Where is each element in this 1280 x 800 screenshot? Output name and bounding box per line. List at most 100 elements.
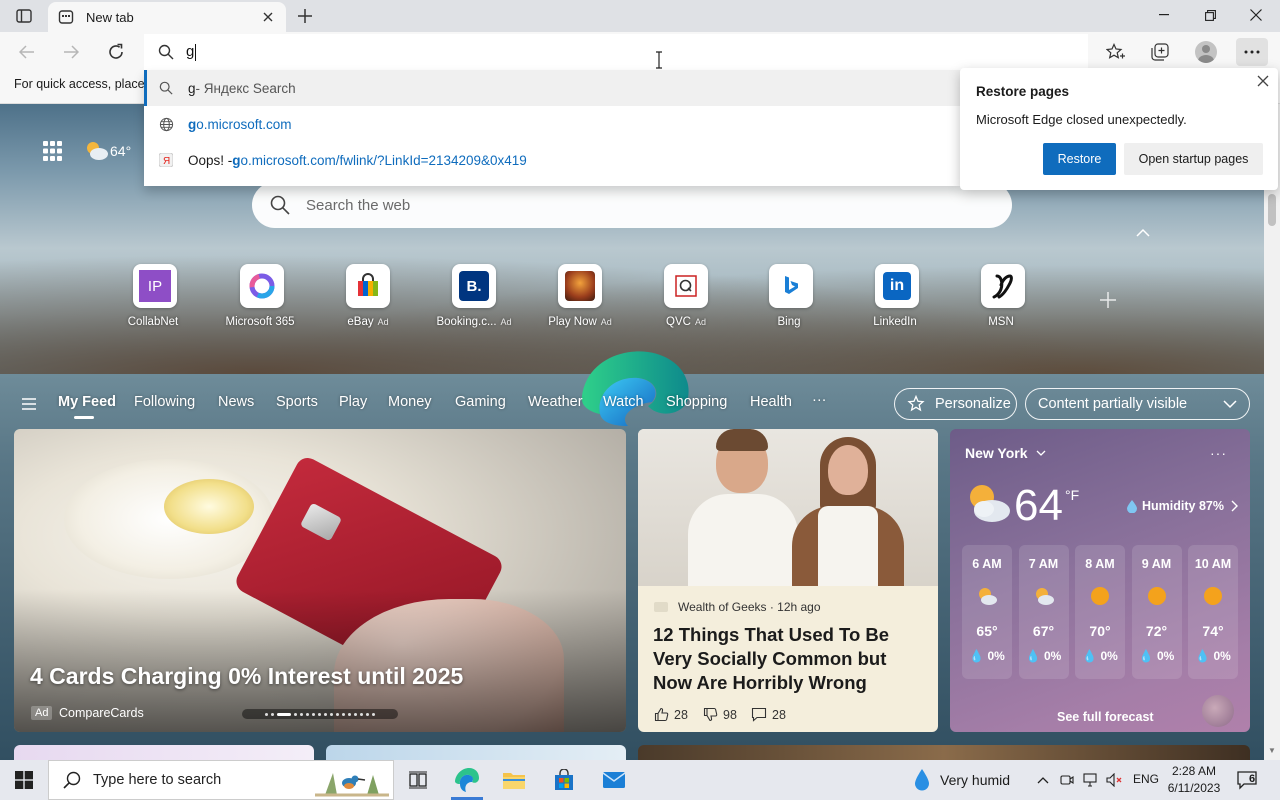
comments-button[interactable]: 28: [751, 707, 786, 722]
feed-tab-weather[interactable]: Weather: [528, 394, 583, 410]
scroll-down-arrow-icon[interactable]: ▼: [1267, 746, 1277, 756]
quick-link-bing[interactable]: Bing: [738, 264, 844, 334]
feed-more-button[interactable]: ···: [812, 392, 827, 408]
feed-tab-shopping[interactable]: Shopping: [666, 394, 727, 410]
hamburger-menu-icon[interactable]: [20, 396, 38, 412]
suggestion-go-microsoft[interactable]: go.microsoft.com: [144, 106, 960, 142]
scrollbar-thumb[interactable]: [1268, 194, 1276, 226]
quick-link-play-now[interactable]: Play Now Ad: [527, 264, 633, 334]
new-tab-button[interactable]: [292, 4, 318, 28]
taskbar-clock[interactable]: 2:28 AM 6/11/2023: [1166, 763, 1222, 797]
apps-launcher-icon[interactable]: [40, 140, 64, 162]
article-title[interactable]: 12 Things That Used To Be Very Socially …: [653, 623, 923, 695]
qvc-logo-icon: [664, 264, 708, 308]
article-card-peek[interactable]: [326, 745, 626, 761]
feed-tab-following[interactable]: Following: [134, 394, 195, 410]
feed-tab-sports[interactable]: Sports: [276, 394, 318, 410]
feed-tab-gaming[interactable]: Gaming: [455, 394, 506, 410]
hourly-forecast-item[interactable]: 10 AM 74° 💧 0%: [1188, 545, 1238, 679]
show-hidden-icons-button[interactable]: [1034, 771, 1052, 789]
notification-center-button[interactable]: 6: [1236, 770, 1260, 790]
quick-link-label: eBay: [347, 316, 374, 328]
web-search-box[interactable]: Search the web: [252, 182, 1012, 228]
edge-icon: [455, 768, 479, 792]
suggestion-search-yandex[interactable]: g - Яндекс Search: [144, 70, 960, 106]
thumbs-up-icon: [654, 707, 669, 722]
weather-widget-mini[interactable]: 64°: [84, 138, 131, 164]
feed-tab-watch[interactable]: Watch: [603, 394, 644, 410]
partly-cloudy-icon: [87, 142, 108, 160]
tab-strip: New tab: [0, 0, 1280, 32]
volume-button[interactable]: [1106, 771, 1124, 789]
profile-button[interactable]: [1191, 38, 1221, 66]
taskbar-search-box[interactable]: Type here to search: [48, 760, 394, 800]
taskbar-weather-widget[interactable]: Very humid: [914, 766, 1010, 794]
refresh-button[interactable]: [101, 38, 131, 66]
taskbar-file-explorer-button[interactable]: [490, 760, 538, 800]
start-button[interactable]: [0, 760, 48, 800]
weather-card[interactable]: New York ··· 64 °F Humidity 87% 6 AM 65°…: [950, 429, 1250, 732]
chevron-up-icon[interactable]: [1134, 224, 1152, 242]
quick-link-collabnet[interactable]: IP CollabNet: [102, 264, 208, 334]
carousel-pagination[interactable]: [242, 709, 398, 719]
shopping-bag-icon: [346, 264, 390, 308]
taskbar-store-button[interactable]: [540, 760, 588, 800]
feed-tab-health[interactable]: Health: [750, 394, 792, 410]
taskbar: Type here to search Very humid ENG 2:28 …: [0, 760, 1280, 800]
weather-more-button[interactable]: ···: [1210, 445, 1227, 461]
dislike-button[interactable]: 98: [703, 707, 737, 722]
quick-link-qvc[interactable]: QVC Ad: [633, 264, 739, 334]
hourly-forecast-item[interactable]: 8 AM 70° 💧 0%: [1075, 545, 1125, 679]
microsoft-365-logo-icon: [240, 264, 284, 308]
minimize-button[interactable]: [1141, 0, 1187, 30]
search-highlight-kingfisher-icon: [315, 773, 389, 797]
suggestion-history-oops[interactable]: Я Oops! - go.microsoft.com/fwlink/?LinkI…: [144, 142, 960, 178]
notification-count: 6: [1249, 773, 1256, 785]
quick-link-linkedin[interactable]: in LinkedIn: [844, 264, 950, 334]
article-card-peek[interactable]: [638, 745, 1250, 761]
open-startup-pages-button[interactable]: Open startup pages: [1124, 143, 1263, 175]
feed-tab-my-feed[interactable]: My Feed: [58, 394, 116, 410]
quick-link-msn[interactable]: MSN: [950, 264, 1056, 334]
restore-window-button[interactable]: [1187, 0, 1233, 30]
feed-tab-money[interactable]: Money: [388, 394, 432, 410]
tab-actions-button[interactable]: [10, 6, 38, 26]
address-bar[interactable]: g: [144, 34, 1088, 70]
task-view-button[interactable]: [394, 760, 442, 800]
weather-location-selector[interactable]: New York: [965, 445, 1046, 461]
feed-tab-news[interactable]: News: [218, 394, 254, 410]
settings-more-button[interactable]: [1236, 38, 1268, 66]
article-card-peek[interactable]: [14, 745, 314, 761]
see-full-forecast-link[interactable]: See full forecast: [1057, 710, 1154, 724]
input-language[interactable]: ENG: [1133, 772, 1159, 786]
taskbar-mail-button[interactable]: [590, 760, 638, 800]
close-window-button[interactable]: [1233, 0, 1279, 30]
quick-link-microsoft-365[interactable]: Microsoft 365: [209, 264, 315, 334]
tray-device-icon[interactable]: [1058, 771, 1076, 789]
forward-button[interactable]: [56, 38, 86, 66]
back-button[interactable]: [12, 38, 42, 66]
like-button[interactable]: 28: [654, 707, 688, 722]
add-quick-link-icon[interactable]: [1098, 290, 1118, 310]
collections-button[interactable]: [1145, 38, 1175, 66]
hero-article-card[interactable]: 4 Cards Charging 0% Interest until 2025 …: [14, 429, 626, 732]
close-dialog-button[interactable]: [1256, 74, 1272, 90]
feed-tab-play[interactable]: Play: [339, 394, 367, 410]
quick-link-booking[interactable]: B. Booking.c... Ad: [421, 264, 527, 334]
personalize-button[interactable]: Personalize: [894, 388, 1017, 420]
restore-button[interactable]: Restore: [1043, 143, 1116, 175]
hero-headline[interactable]: 4 Cards Charging 0% Interest until 2025: [30, 663, 463, 690]
network-button[interactable]: [1082, 771, 1100, 789]
content-visibility-dropdown[interactable]: Content partially visible: [1025, 388, 1250, 420]
article-card[interactable]: Wealth of Geeks · 12h ago 12 Things That…: [638, 429, 938, 732]
hourly-forecast-item[interactable]: 6 AM 65° 💧 0%: [962, 545, 1012, 679]
page-scrollbar[interactable]: ▲ ▼: [1264, 104, 1280, 760]
tab-new-tab[interactable]: New tab: [48, 2, 286, 32]
quick-link-ebay[interactable]: eBay Ad: [315, 264, 421, 334]
close-tab-button[interactable]: [260, 9, 276, 25]
hourly-forecast-item[interactable]: 7 AM 67° 💧 0%: [1018, 545, 1069, 679]
taskbar-edge-button[interactable]: [443, 760, 491, 800]
hourly-forecast-item[interactable]: 9 AM 72° 💧 0%: [1131, 545, 1182, 679]
favorites-star-button[interactable]: [1101, 38, 1131, 66]
humidity-link[interactable]: Humidity 87%: [1126, 499, 1242, 513]
